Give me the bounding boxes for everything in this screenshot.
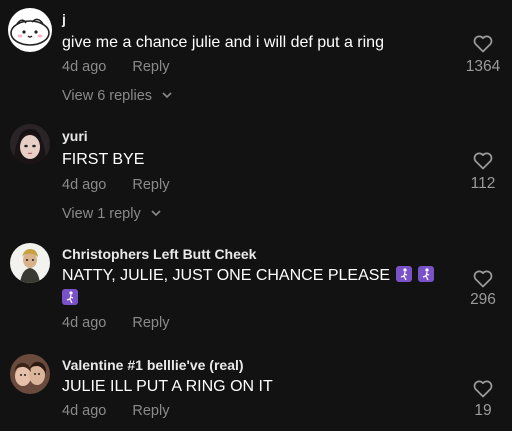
reply-button[interactable]: Reply: [132, 59, 169, 75]
pleading-person-emoji-icon: [418, 266, 435, 282]
pleading-person-emoji-icon: [396, 266, 413, 282]
reply-button[interactable]: Reply: [132, 177, 169, 193]
comment-text: give me a chance julie and i will def pu…: [62, 34, 384, 51]
photo-avatar[interactable]: [10, 124, 50, 164]
like-count: 296: [470, 291, 496, 308]
view-replies-button[interactable]: View 1 reply: [62, 206, 161, 222]
comment-meta: 4d ago Reply: [62, 177, 169, 193]
comment-username[interactable]: Christophers Left Butt Cheek: [62, 246, 256, 262]
view-replies-label: View 6 replies: [62, 88, 153, 104]
comment-text: FIRST BYE: [62, 151, 145, 168]
comment-text: JULIE ILL PUT A RING ON IT: [62, 378, 273, 395]
heart-icon[interactable]: [473, 152, 493, 170]
comment-text: NATTY, JULIE, JUST ONE CHANCE PLEASE: [62, 264, 462, 310]
view-replies-button[interactable]: View 6 replies: [62, 88, 172, 104]
comment-meta: 4d ago Reply: [62, 403, 169, 419]
photo-avatar[interactable]: [10, 354, 50, 394]
heart-icon[interactable]: [473, 35, 493, 53]
heart-icon[interactable]: [473, 380, 493, 398]
chevron-down-icon: [162, 92, 172, 98]
comment-username[interactable]: j: [62, 11, 66, 27]
comment-time: 4d ago: [62, 315, 107, 331]
photo-avatar[interactable]: [10, 243, 50, 283]
reply-button[interactable]: Reply: [132, 315, 169, 331]
pleading-person-emoji-icon: [62, 289, 78, 305]
like-count: 1364: [465, 58, 501, 75]
comment-time: 4d ago: [62, 177, 107, 193]
cartoon-face-avatar[interactable]: [8, 8, 52, 52]
comment-username[interactable]: yuri: [62, 128, 88, 144]
like-count: 19: [474, 402, 492, 419]
comment-text-content: NATTY, JULIE, JUST ONE CHANCE PLEASE: [62, 267, 391, 284]
comment-time: 4d ago: [62, 403, 107, 419]
comment-meta: 4d ago Reply: [62, 59, 169, 75]
heart-icon[interactable]: [473, 270, 493, 288]
reply-button[interactable]: Reply: [132, 403, 169, 419]
chevron-down-icon: [151, 210, 161, 216]
comment-time: 4d ago: [62, 59, 107, 75]
comment-username[interactable]: Valentine #1 belllie've (real): [62, 357, 244, 373]
comment-meta: 4d ago Reply: [62, 315, 169, 331]
like-count: 112: [470, 175, 496, 192]
view-replies-label: View 1 reply: [62, 206, 141, 222]
